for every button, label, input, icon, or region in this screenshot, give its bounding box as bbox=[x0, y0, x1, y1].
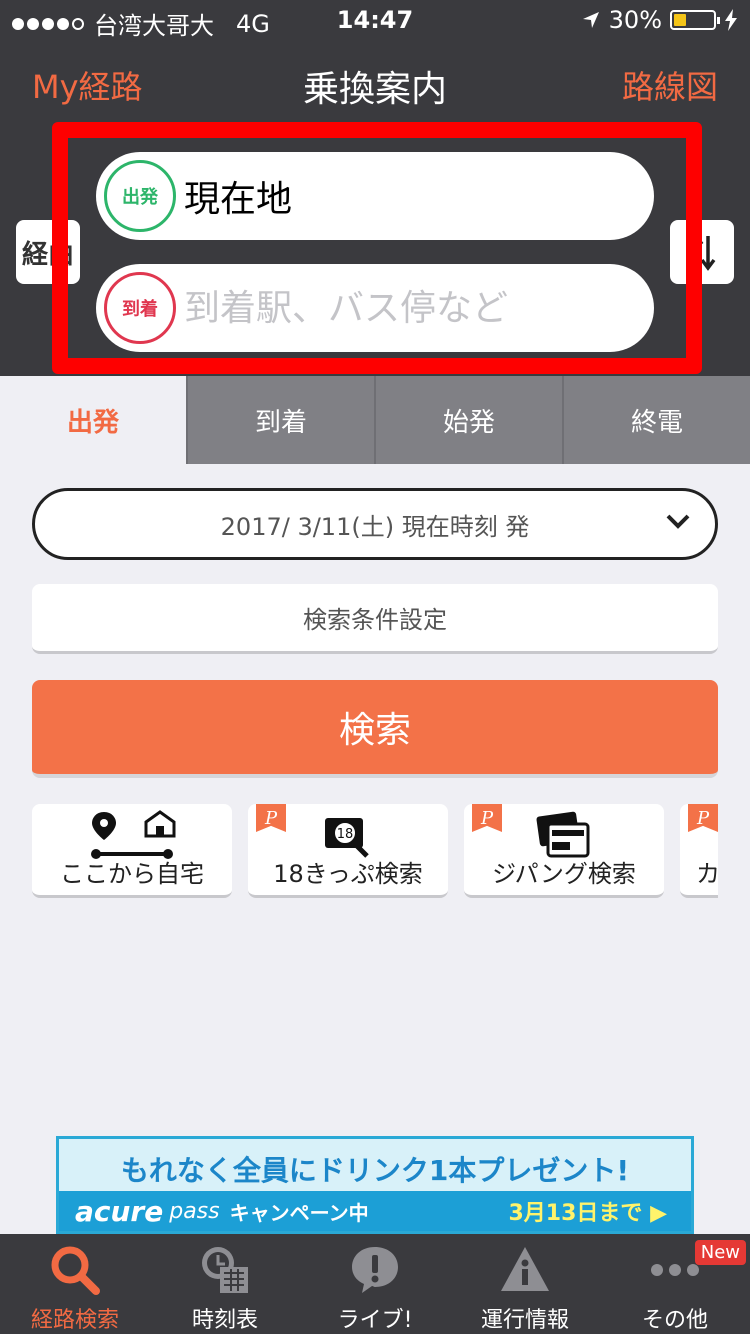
tabbar-label: その他 bbox=[641, 1308, 708, 1333]
home-route-icon bbox=[91, 810, 176, 859]
more-icon bbox=[651, 1264, 699, 1276]
live-icon bbox=[352, 1247, 398, 1293]
shortcut-label: 18きっぷ検索 bbox=[273, 860, 423, 888]
tab-departure[interactable]: 出発 bbox=[0, 376, 186, 464]
ad-headline: もれなく全員にドリンク1本プレゼント! bbox=[120, 1154, 630, 1187]
ad-strip: acure pass キャンペーン中 3月13日まで ▶ bbox=[59, 1191, 691, 1231]
bottom-tab-bar: 経路検索 時刻表 ライブ! 運行情報 New その他 bbox=[0, 1234, 750, 1334]
shortcut-home-route[interactable]: ここから自宅 bbox=[32, 804, 232, 898]
tab-arrival[interactable]: 到着 bbox=[186, 376, 374, 464]
premium-tag-icon: P bbox=[688, 804, 718, 832]
search-button[interactable]: 検索 bbox=[32, 680, 718, 778]
chevron-down-icon bbox=[666, 514, 690, 529]
zipangu-pass-icon bbox=[536, 811, 590, 858]
tabbar-timetable[interactable]: 時刻表 bbox=[150, 1234, 300, 1334]
search-mode-tabs: 出発 到着 始発 終電 bbox=[0, 376, 750, 464]
shortcut-row: ここから自宅 P 18 18きっぷ検索 P ジパング検索 P カ bbox=[32, 804, 718, 900]
new-badge: New bbox=[694, 1240, 746, 1265]
tabbar-label: 運行情報 bbox=[480, 1308, 569, 1333]
ad-campaign: キャンペーン中 bbox=[229, 1200, 369, 1225]
ad-brand: acure bbox=[75, 1194, 164, 1228]
location-arrow-icon bbox=[582, 12, 599, 28]
highlight-frame bbox=[52, 122, 702, 374]
shortcut-18-ticket[interactable]: P 18 18きっぷ検索 bbox=[248, 804, 448, 898]
search-conditions-button[interactable]: 検索条件設定 bbox=[32, 584, 718, 654]
datetime-select[interactable]: 2017/ 3/11(土) 現在時刻 発 bbox=[32, 488, 718, 560]
tabbar-service-info[interactable]: 運行情報 bbox=[450, 1234, 600, 1334]
ad-until: 3月13日まで ▶ bbox=[508, 1201, 667, 1226]
nav-bar: My経路 乗換案内 路線図 bbox=[0, 40, 750, 128]
station-input-area: 経由 出発 現在地 到着 bbox=[0, 122, 750, 376]
tabbar-label: ライブ! bbox=[337, 1308, 413, 1333]
shortcut-more[interactable]: P カ bbox=[680, 804, 718, 898]
charging-bolt-icon bbox=[725, 9, 737, 31]
svg-text:18: 18 bbox=[337, 827, 354, 842]
shortcut-label: カ bbox=[696, 860, 718, 888]
ticket-18-search-icon: 18 bbox=[325, 818, 369, 858]
timetable-icon bbox=[202, 1247, 248, 1293]
ad-banner[interactable]: もれなく全員にドリンク1本プレゼント! acure pass キャンペーン中 3… bbox=[56, 1136, 694, 1234]
shortcut-label: ここから自宅 bbox=[60, 860, 204, 888]
ad-pass: pass bbox=[169, 1198, 220, 1224]
datetime-value: 2017/ 3/11(土) 現在時刻 発 bbox=[220, 512, 530, 541]
tabbar-live[interactable]: ライブ! bbox=[300, 1234, 450, 1334]
tabbar-more[interactable]: New その他 bbox=[600, 1234, 750, 1334]
tab-last-train[interactable]: 終電 bbox=[562, 376, 750, 464]
warning-icon bbox=[501, 1247, 549, 1291]
tabbar-label: 経路検索 bbox=[30, 1308, 119, 1333]
shortcut-label: ジパング検索 bbox=[492, 860, 636, 888]
tab-first-train[interactable]: 始発 bbox=[374, 376, 562, 464]
route-map-button[interactable]: 路線図 bbox=[622, 62, 718, 108]
shortcut-zipangu[interactable]: P ジパング検索 bbox=[464, 804, 664, 898]
tabbar-route-search[interactable]: 経路検索 bbox=[0, 1234, 150, 1334]
battery-percent: 30% bbox=[608, 6, 662, 34]
battery-icon bbox=[670, 10, 720, 30]
search-icon bbox=[51, 1246, 100, 1295]
tabbar-label: 時刻表 bbox=[191, 1308, 258, 1333]
status-bar: 台湾大哥大 4G 14:47 30% bbox=[0, 0, 750, 40]
